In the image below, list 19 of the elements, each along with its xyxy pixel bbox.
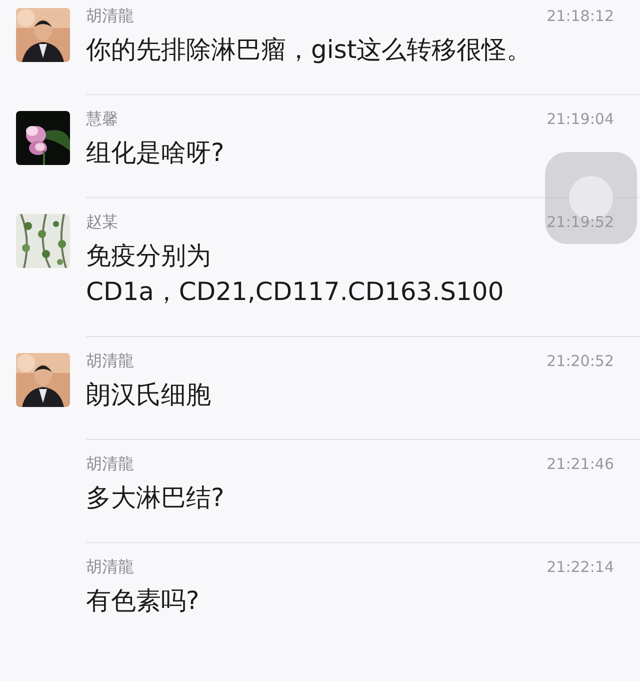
sender-name: 慧馨 bbox=[86, 109, 118, 130]
message-text: 组化是啥呀? bbox=[86, 137, 226, 169]
sender-name: 胡清龍 bbox=[86, 6, 134, 27]
sender-name: 胡清龍 bbox=[86, 454, 134, 475]
message-text: 多大淋巴结? bbox=[86, 482, 226, 514]
message-text: 朗汉氏细胞 bbox=[86, 379, 212, 411]
message-text: 你的先排除淋巴瘤，gist这么转移很怪。 bbox=[86, 34, 533, 66]
message-time: 21:18:12 bbox=[546, 7, 614, 25]
message-text: 有色素吗? bbox=[86, 585, 200, 617]
message-time: 21:21:46 bbox=[546, 455, 614, 473]
sender-name: 胡清龍 bbox=[86, 351, 134, 372]
message-time: 21:19:04 bbox=[546, 110, 614, 128]
message-time: 21:19:52 bbox=[546, 213, 614, 231]
assistive-touch-button[interactable] bbox=[545, 152, 637, 244]
message-text: 免疫分别为 CD1a，CD21,CD117.CD163.S100 bbox=[86, 240, 505, 308]
message-time: 21:22:14 bbox=[546, 558, 614, 576]
sender-name: 胡清龍 bbox=[86, 557, 134, 578]
sender-name: 赵某 bbox=[86, 212, 118, 233]
message-time: 21:20:52 bbox=[546, 352, 614, 370]
